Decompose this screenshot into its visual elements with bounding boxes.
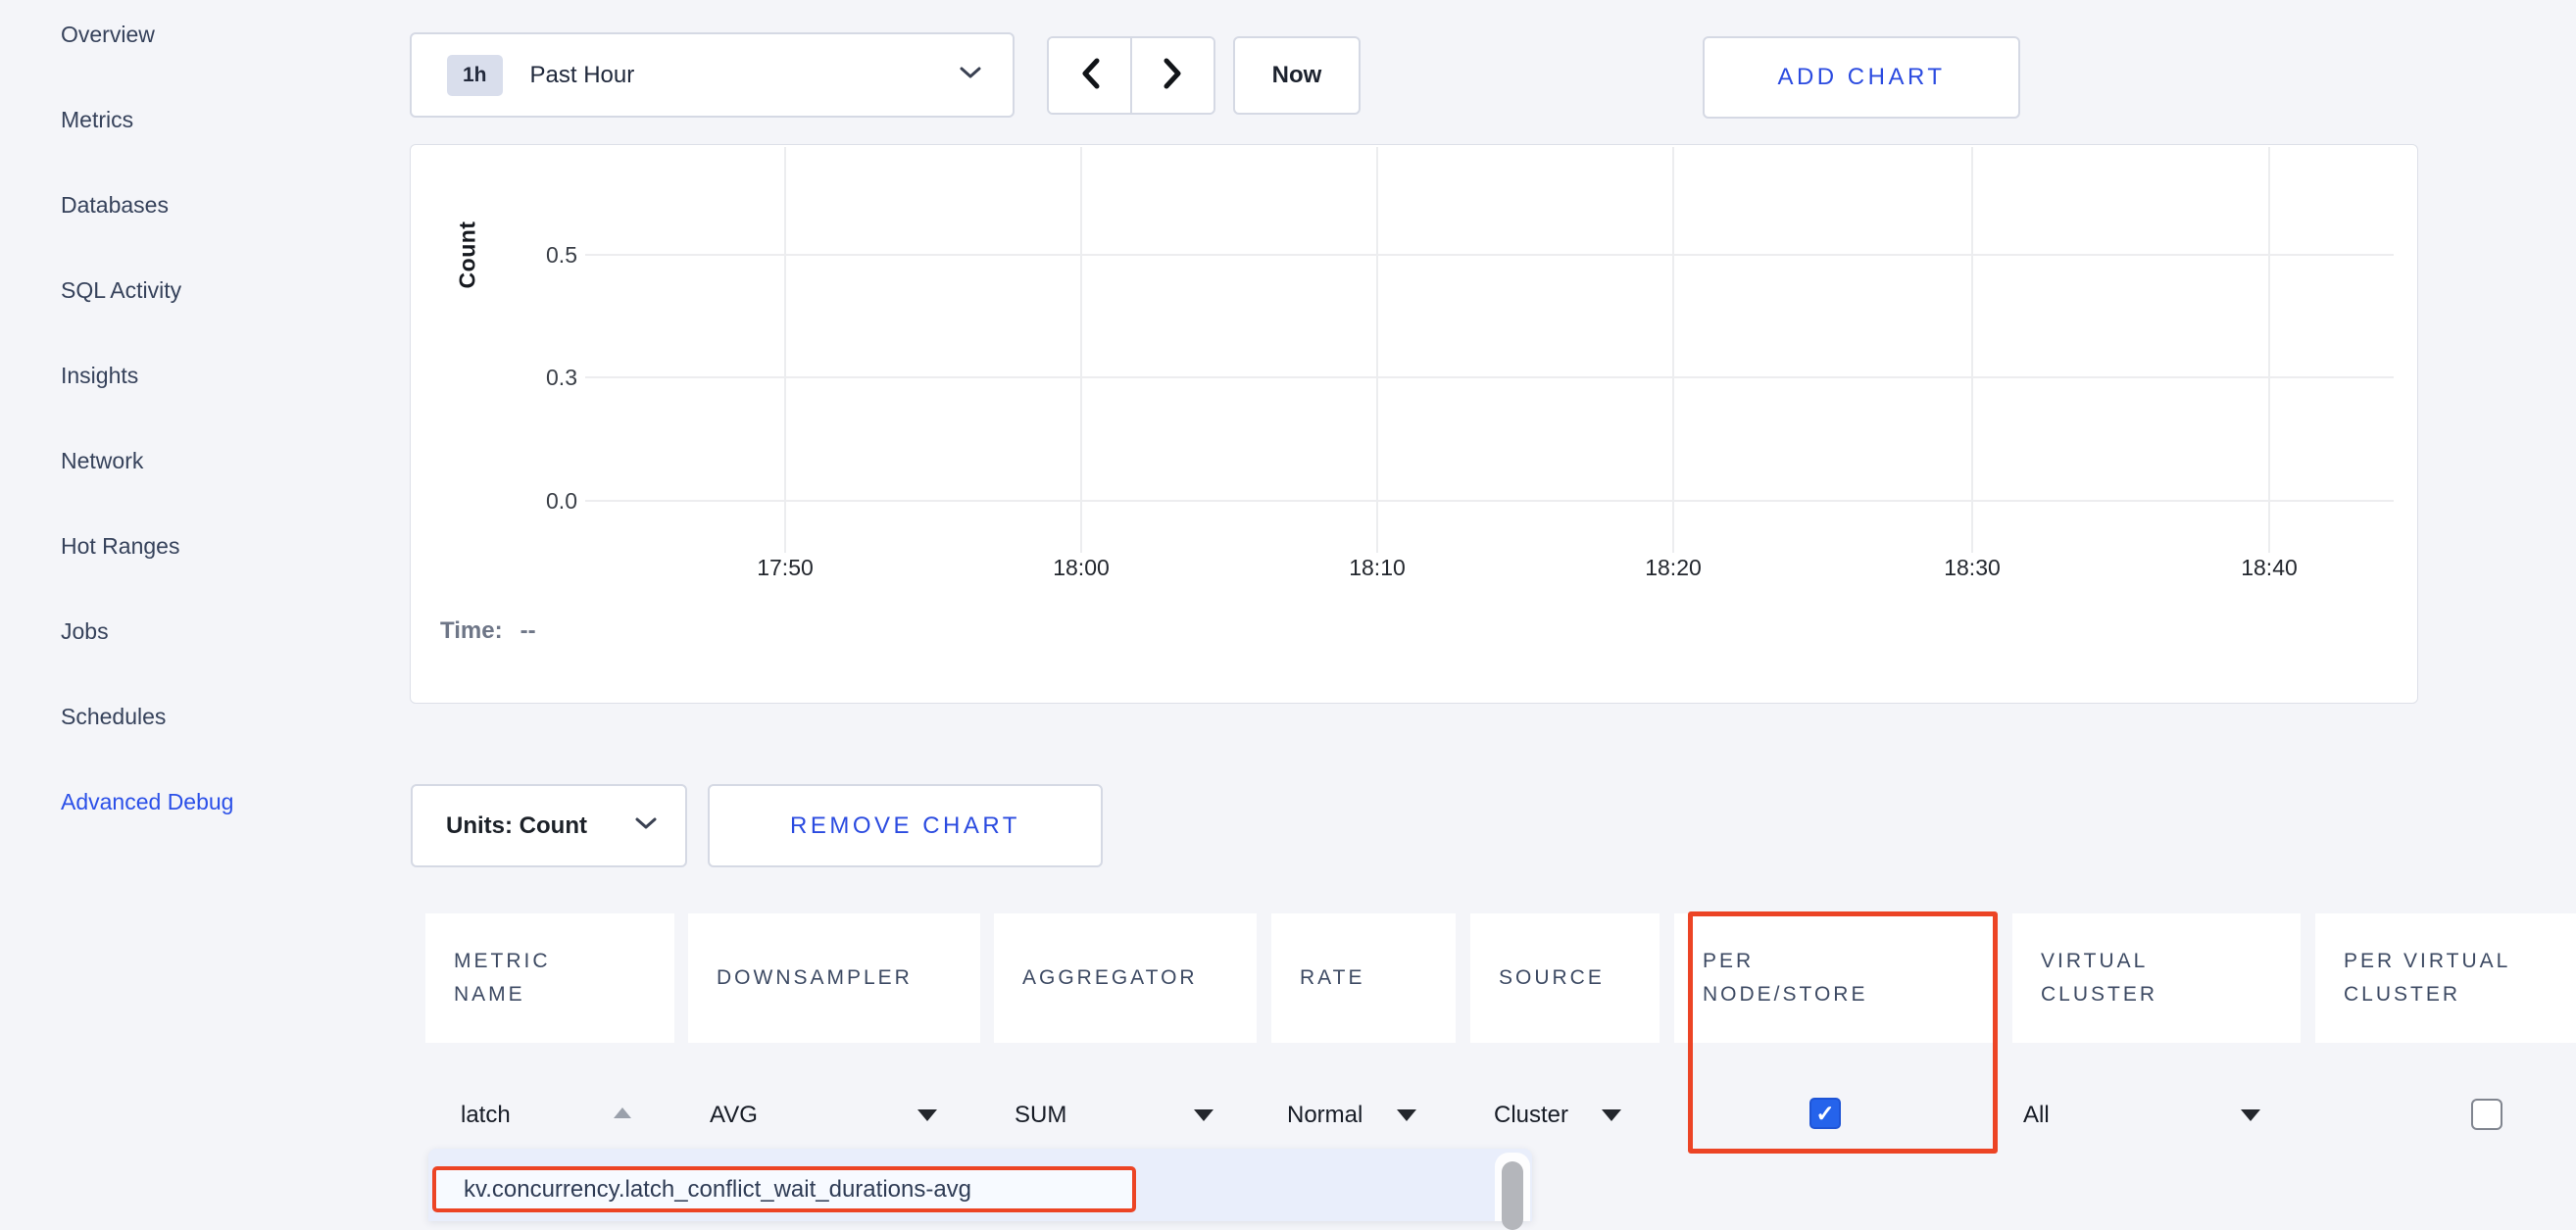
sidebar-item-hot-ranges[interactable]: Hot Ranges: [61, 532, 233, 561]
time-label: Time:: [440, 617, 503, 644]
sidebar-item-sql-activity[interactable]: SQL Activity: [61, 276, 233, 305]
sidebar-item-schedules[interactable]: Schedules: [61, 703, 233, 731]
chevron-down-icon: [958, 65, 983, 85]
remove-chart-button[interactable]: REMOVE CHART: [708, 784, 1103, 867]
timescale-label: Past Hour: [530, 62, 958, 89]
per-node-store-checkbox[interactable]: ✓: [1809, 1098, 1841, 1129]
now-button[interactable]: Now: [1233, 36, 1361, 115]
dropdown-arrow-icon: [1397, 1109, 1416, 1121]
x-tick-1820: 18:20: [1610, 555, 1737, 581]
col-header-per-virtual-cluster: PER VIRTUAL CLUSTER: [2315, 913, 2576, 1043]
col-header-aggregator: AGGREGATOR: [994, 913, 1257, 1043]
y-tick-0.3: 0.3: [504, 365, 577, 391]
y-tick-0.5: 0.5: [504, 242, 577, 269]
x-tick-1830: 18:30: [1908, 555, 2036, 581]
timescale-select[interactable]: 1h Past Hour: [410, 32, 1015, 118]
chevron-right-icon: [1160, 56, 1187, 96]
y-axis-label: Count: [455, 221, 481, 289]
sidebar-item-network[interactable]: Network: [61, 447, 233, 475]
y-tick-0.0: 0.0: [504, 488, 577, 515]
x-tick-1750: 17:50: [721, 555, 849, 581]
col-header-rate: RATE: [1271, 913, 1456, 1043]
metric-suggestion-dropdown: kv.concurrency.latch_conflict_wait_durat…: [428, 1149, 1532, 1221]
virtual-cluster-select[interactable]: All: [2023, 1100, 2050, 1131]
gridline-horizontal: [585, 500, 2394, 502]
metric-suggestion-label: kv.concurrency.latch_conflict_wait_durat…: [464, 1176, 971, 1204]
col-header-downsampler: DOWNSAMPLER: [688, 913, 980, 1043]
col-header-per-node-store: PER NODE/STORE: [1674, 913, 1998, 1043]
timescale-badge: 1h: [447, 55, 503, 96]
prev-time-button[interactable]: [1049, 38, 1132, 113]
metric-name-input[interactable]: latch: [461, 1100, 511, 1131]
dropdown-arrow-icon: [2241, 1109, 2260, 1121]
col-header-source: SOURCE: [1470, 913, 1660, 1043]
dropdown-scrollbar-thumb[interactable]: [1502, 1161, 1523, 1230]
units-select[interactable]: Units: Count: [411, 784, 687, 867]
gridline-horizontal: [585, 254, 2394, 256]
chart-card: Count 0.5 0.3 0.0 17:50 18:00 18:10 18:2…: [410, 144, 2418, 704]
sidebar-item-metrics[interactable]: Metrics: [61, 106, 233, 134]
downsampler-select[interactable]: AVG: [710, 1100, 758, 1131]
gridline-vertical: [2268, 147, 2270, 553]
sidebar-item-advanced-debug[interactable]: Advanced Debug: [61, 788, 233, 816]
dropdown-arrow-icon: [917, 1109, 937, 1121]
gridline-vertical: [1971, 147, 1973, 553]
col-header-virtual-cluster: VIRTUAL CLUSTER: [2012, 913, 2301, 1043]
time-value: --: [520, 617, 536, 644]
gridline-vertical: [1376, 147, 1378, 553]
dropdown-scrollbar-track[interactable]: [1495, 1153, 1530, 1221]
x-tick-1810: 18:10: [1313, 555, 1441, 581]
next-time-button[interactable]: [1132, 38, 1214, 113]
sidebar: Overview Metrics Databases SQL Activity …: [61, 21, 233, 816]
sidebar-item-databases[interactable]: Databases: [61, 191, 233, 220]
aggregator-select[interactable]: SUM: [1015, 1100, 1066, 1131]
col-header-metric-name: METRIC NAME: [425, 913, 674, 1043]
dropdown-arrow-icon: [1194, 1109, 1214, 1121]
gridline-horizontal: [585, 376, 2394, 378]
source-select[interactable]: Cluster: [1494, 1100, 1568, 1131]
dropdown-arrow-icon: [1602, 1109, 1621, 1121]
chevron-down-icon: [634, 816, 658, 836]
chevron-left-icon: [1076, 56, 1104, 96]
sidebar-item-jobs[interactable]: Jobs: [61, 617, 233, 646]
x-tick-1800: 18:00: [1017, 555, 1145, 581]
sidebar-item-insights[interactable]: Insights: [61, 362, 233, 390]
add-chart-button[interactable]: ADD CHART: [1703, 36, 2020, 119]
sidebar-item-overview[interactable]: Overview: [61, 21, 233, 49]
hover-time-readout: Time: --: [440, 617, 536, 645]
sort-up-icon: [614, 1107, 631, 1118]
per-virtual-cluster-checkbox[interactable]: [2471, 1099, 2502, 1130]
metric-suggestion-item[interactable]: kv.concurrency.latch_conflict_wait_durat…: [432, 1166, 1136, 1212]
gridline-vertical: [1672, 147, 1674, 553]
gridline-vertical: [1080, 147, 1082, 553]
rate-select[interactable]: Normal: [1287, 1100, 1362, 1131]
gridline-vertical: [784, 147, 786, 553]
units-label: Units: Count: [446, 812, 587, 840]
x-tick-1840: 18:40: [2205, 555, 2333, 581]
custom-chart-page: Overview Metrics Databases SQL Activity …: [0, 0, 2576, 1221]
check-icon: ✓: [1815, 1101, 1834, 1126]
timescale-step-buttons: [1047, 36, 1215, 115]
